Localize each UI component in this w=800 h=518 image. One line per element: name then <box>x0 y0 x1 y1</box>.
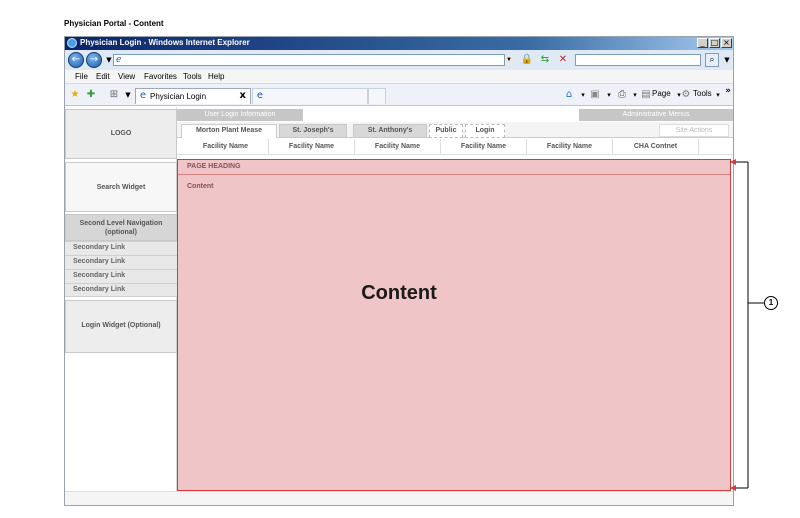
refresh-icon[interactable]: ⇆ <box>538 53 552 67</box>
search-icon[interactable]: ⌕ <box>705 53 719 67</box>
facility-link[interactable]: Facility Name <box>269 139 355 155</box>
ie-page-icon: e <box>116 55 122 65</box>
back-button[interactable]: ← <box>68 52 84 68</box>
browser-window: Physician Login - Windows Internet Explo… <box>64 36 734 506</box>
tab-spacer <box>368 88 386 104</box>
feeds-icon[interactable]: ▣ <box>588 88 602 102</box>
web-page: LOGO Search Widget Second Level Navigati… <box>65 107 733 505</box>
menu-bar: File Edit View Favorites Tools Help <box>65 70 733 84</box>
content-area: PAGE HEADING Content Content <box>177 159 731 491</box>
close-tab-icon[interactable]: x <box>240 90 246 101</box>
forward-button[interactable]: → <box>86 52 102 68</box>
address-input[interactable]: e ▼ <box>113 54 513 66</box>
utility-strip: User Login Information Administrative Me… <box>177 109 733 121</box>
page-heading: PAGE HEADING <box>178 160 730 175</box>
maximize-button[interactable]: □ <box>709 38 720 48</box>
facility-link[interactable]: Facility Name <box>441 139 527 155</box>
logo-placeholder[interactable]: LOGO <box>65 109 177 159</box>
feeds-dropdown-icon[interactable]: ▾ <box>602 88 616 102</box>
lock-icon[interactable]: 🔒 <box>520 53 534 67</box>
content-placeholder-title: Content <box>361 282 437 304</box>
tab-morton-plant-mease[interactable]: Morton Plant Mease <box>181 124 277 138</box>
address-dropdown-icon[interactable]: ▼ <box>504 54 513 66</box>
document-title: Physician Portal - Content <box>64 19 164 28</box>
search-input[interactable] <box>575 54 701 66</box>
tab-bar: ★ ✚ ⊞ ▼ e Physician Login x e ⌂ ▾ ▣ ▾ ⎙ … <box>65 84 733 106</box>
content-label: Content <box>187 183 214 190</box>
facility-link[interactable]: Facility Name <box>527 139 613 155</box>
facility-link[interactable]: Facility Name <box>355 139 441 155</box>
title-bar: Physician Login - Windows Internet Explo… <box>65 37 733 50</box>
search-options-icon[interactable]: ▼ <box>720 53 733 67</box>
callout-number-badge: 1 <box>764 296 778 310</box>
print-icon[interactable]: ⎙ <box>615 88 629 102</box>
tab-login[interactable]: Login <box>465 124 505 138</box>
tools-menu[interactable]: Tools <box>693 89 712 98</box>
stop-icon[interactable]: ✕ <box>556 53 570 67</box>
close-window-button[interactable]: × <box>721 38 732 48</box>
chevron-more-icon[interactable]: » <box>721 84 733 98</box>
menu-file[interactable]: File <box>75 72 88 81</box>
administrative-menus[interactable]: Administrative Menus <box>579 109 733 121</box>
footer-band <box>65 491 733 505</box>
address-bar-row: ← → ▼ e ▼ 🔒 ⇆ ✕ ⌕ ▼ <box>65 50 733 70</box>
tab-label: Physician Login <box>150 92 207 101</box>
page-menu[interactable]: Page <box>652 89 671 98</box>
tab-ie-icon: e <box>139 90 147 101</box>
page-icon[interactable]: ▤ <box>639 88 653 102</box>
left-sidebar: LOGO Search Widget Second Level Navigati… <box>65 107 177 491</box>
tab-st-josephs[interactable]: St. Joseph's <box>279 124 347 138</box>
cha-content-link[interactable]: CHA Contnet <box>613 139 699 155</box>
tab-physician-login[interactable]: e Physician Login x <box>135 88 251 104</box>
callout-bracket <box>730 159 764 491</box>
second-level-nav-header: Second Level Navigation (optional) <box>65 214 177 241</box>
quick-tabs-icon[interactable]: ⊞ <box>107 88 121 102</box>
menu-help[interactable]: Help <box>208 72 224 81</box>
window-title: Physician Login - Windows Internet Explo… <box>80 38 250 47</box>
minimize-button[interactable]: _ <box>697 38 708 48</box>
login-widget[interactable]: Login Widget (Optional) <box>65 300 177 353</box>
home-icon[interactable]: ⌂ <box>562 88 576 102</box>
menu-view[interactable]: View <box>118 72 135 81</box>
new-tab-icon: e <box>256 90 264 101</box>
secondary-link[interactable]: Secondary Link <box>65 241 177 255</box>
site-actions-button[interactable]: Site Actions <box>659 124 729 137</box>
secondary-link[interactable]: Secondary Link <box>65 255 177 269</box>
menu-edit[interactable]: Edit <box>96 72 110 81</box>
user-login-info[interactable]: User Login Information <box>177 109 303 121</box>
menu-tools[interactable]: Tools <box>183 72 202 81</box>
ie-logo-icon <box>67 38 77 48</box>
new-tab[interactable]: e <box>252 88 368 104</box>
facility-link[interactable]: Facility Name <box>183 139 269 155</box>
add-favorites-icon[interactable]: ✚ <box>84 88 98 102</box>
menu-favorites[interactable]: Favorites <box>144 72 177 81</box>
tools-gear-icon[interactable]: ⚙ <box>679 88 693 102</box>
favorites-star-icon[interactable]: ★ <box>68 88 82 102</box>
tab-public[interactable]: Public <box>429 124 463 138</box>
tab-list-icon[interactable]: ▼ <box>121 88 135 102</box>
secondary-link[interactable]: Secondary Link <box>65 283 177 297</box>
facility-nav: Facility Name Facility Name Facility Nam… <box>177 139 733 155</box>
tab-st-anthonys[interactable]: St. Anthony's <box>353 124 427 138</box>
top-nav: Morton Plant Mease St. Joseph's St. Anth… <box>177 122 733 138</box>
secondary-link[interactable]: Secondary Link <box>65 269 177 283</box>
search-widget[interactable]: Search Widget <box>65 162 177 212</box>
